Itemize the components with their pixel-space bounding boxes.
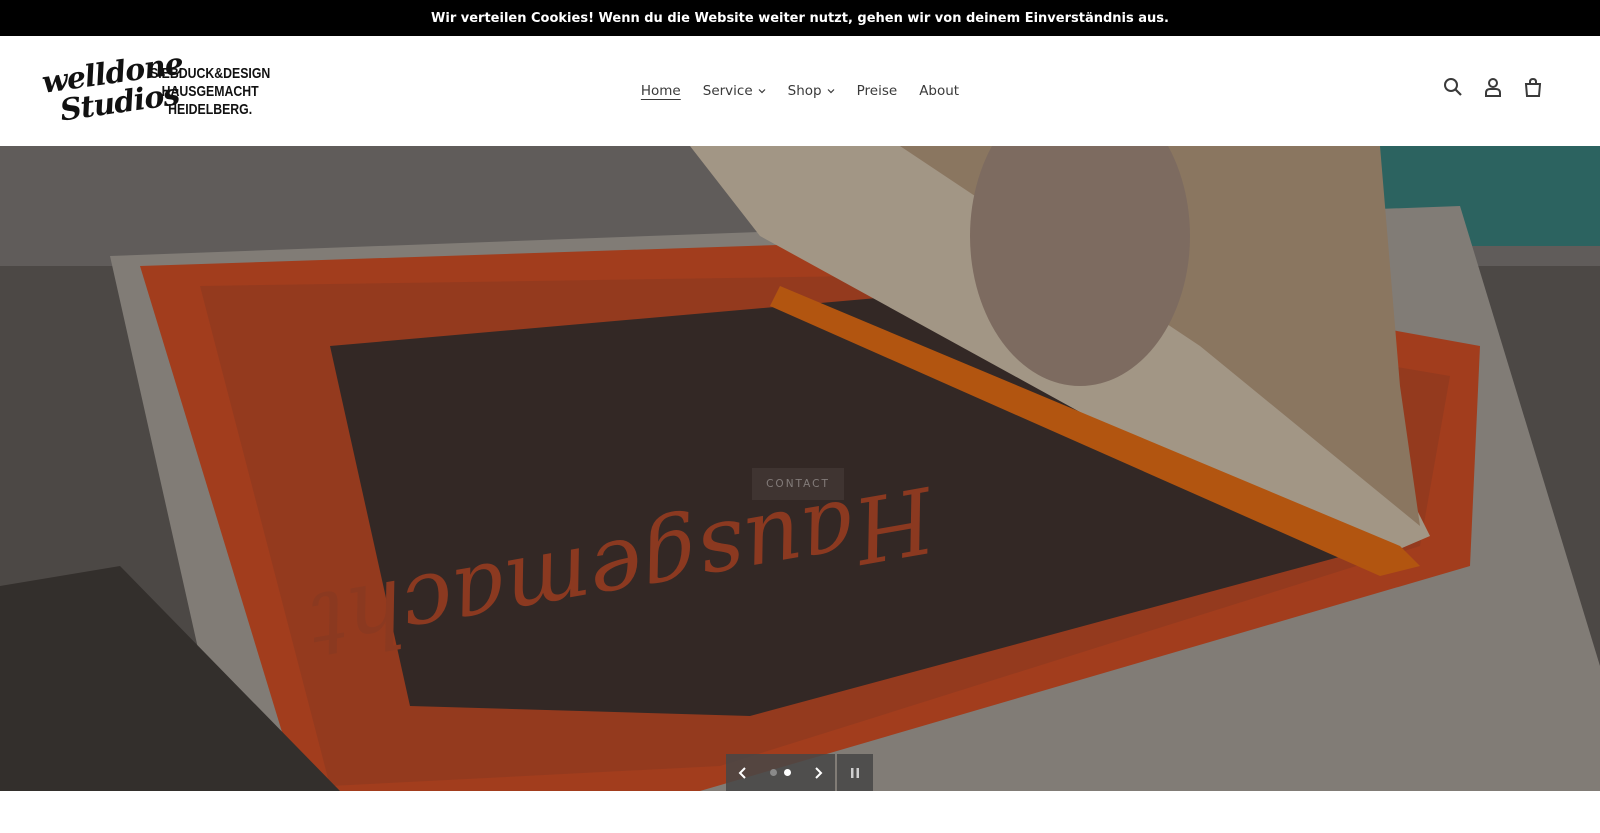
nav-item-about[interactable]: About bbox=[919, 83, 959, 99]
pause-icon bbox=[851, 767, 859, 778]
nav-item-shop[interactable]: Shop bbox=[788, 83, 835, 99]
cookie-banner: Wir verteilen Cookies! Wenn du die Websi… bbox=[0, 0, 1600, 36]
search-icon[interactable] bbox=[1442, 76, 1464, 98]
chevron-left-icon[interactable] bbox=[738, 766, 748, 779]
contact-button[interactable]: CONTACT bbox=[752, 468, 844, 500]
account-icon[interactable] bbox=[1482, 76, 1504, 98]
slide-dot-2[interactable] bbox=[784, 769, 791, 776]
hero-slideshow: Hausgemacht CONTACT bbox=[0, 146, 1600, 791]
chevron-right-icon[interactable] bbox=[813, 766, 823, 779]
slideshow-dots bbox=[770, 769, 791, 776]
slide-dot-1[interactable] bbox=[770, 769, 777, 776]
chevron-down-icon bbox=[758, 89, 766, 94]
slideshow-nav bbox=[726, 754, 835, 791]
pause-button[interactable] bbox=[837, 754, 873, 791]
logo-tagline: SIEBDUCK&DESIGN HAUSGEMACHT HEIDELBERG. bbox=[150, 65, 271, 118]
nav-item-home[interactable]: Home bbox=[641, 83, 681, 99]
nav-item-service[interactable]: Service bbox=[703, 83, 766, 99]
logo-script: welldone Studios bbox=[39, 46, 185, 129]
nav-item-preise[interactable]: Preise bbox=[857, 83, 898, 99]
cookie-banner-text: Wir verteilen Cookies! Wenn du die Websi… bbox=[431, 10, 1169, 26]
site-header: welldone Studios SIEBDUCK&DESIGN HAUSGEM… bbox=[0, 36, 1600, 146]
cart-icon[interactable] bbox=[1522, 76, 1544, 98]
header-actions bbox=[1442, 76, 1544, 98]
chevron-down-icon bbox=[827, 89, 835, 94]
site-logo[interactable]: welldone Studios SIEBDUCK&DESIGN HAUSGEM… bbox=[40, 46, 270, 132]
slideshow-controls bbox=[726, 754, 873, 791]
